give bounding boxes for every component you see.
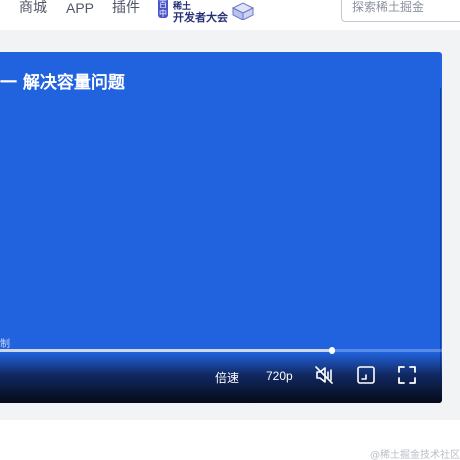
search-box[interactable] [341, 0, 460, 22]
gift-box-icon [231, 2, 255, 20]
banner-line-2: 开发者大会 [173, 11, 228, 24]
slide-title: 一 解决容量问题 [0, 73, 125, 93]
progress-fill [0, 349, 332, 352]
video-player[interactable]: 一 解决容量问题 制 倍速 720p [0, 52, 442, 403]
quality-button[interactable]: 720p [266, 369, 293, 383]
search-input[interactable] [352, 0, 460, 14]
slide-footnote: 制 [0, 339, 10, 350]
banner-text: 稀土 开发者大会 [173, 3, 228, 24]
banner-tag: 百中 [158, 0, 168, 18]
nav-item-plugin[interactable]: 插件 [112, 0, 140, 16]
playback-speed-button[interactable]: 倍速 [215, 369, 239, 386]
developer-conference-banner[interactable]: 百中 稀土 开发者大会 [158, 0, 258, 24]
picture-in-picture-icon[interactable] [356, 365, 376, 385]
mute-icon[interactable] [314, 365, 334, 385]
fullscreen-icon[interactable] [397, 365, 417, 385]
nav-item-mall[interactable]: 商城 [19, 0, 47, 16]
site-watermark: @稀土掘金技术社区 [370, 450, 460, 460]
progress-bar[interactable] [0, 347, 442, 354]
progress-knob[interactable] [329, 347, 335, 354]
top-navigation-bar: 商城 APP 插件 百中 稀土 开发者大会 [0, 0, 460, 30]
nav-item-app[interactable]: APP [66, 0, 94, 16]
